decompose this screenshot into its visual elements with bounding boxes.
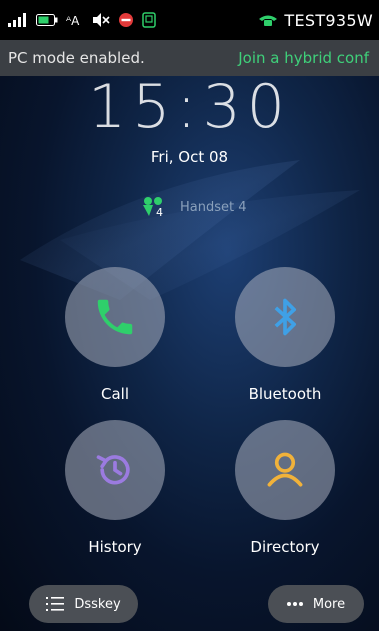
more-dots-icon [286,602,303,606]
phone-status-icon [259,15,278,26]
list-icon [46,597,65,611]
handset-label: Handset 4 [180,199,247,215]
handset-icon: 4 [143,197,163,218]
history-button[interactable] [65,420,165,520]
bluetooth-label: Bluetooth [248,385,322,403]
battery-icon [36,14,58,26]
bluetooth-icon [274,298,296,336]
directory-label: Directory [250,538,320,556]
status-bar: ᴬA TEST935W [0,0,379,40]
do-not-disturb-icon [119,13,133,27]
more-label: More [312,596,346,612]
clock-time: 15:30 [88,72,291,142]
phone-icon [97,299,133,335]
more-button[interactable]: More [268,585,364,623]
device-name: TEST935W [284,10,373,30]
call-tile[interactable]: Call [40,267,190,403]
contact-icon [267,452,303,487]
dsskey-button[interactable]: Dsskey [29,585,138,623]
mute-icon [93,13,110,27]
signal-icon [8,13,26,27]
directory-tile[interactable]: Directory [210,420,360,556]
bluetooth-tile[interactable]: Bluetooth [210,267,360,403]
call-label: Call [100,385,129,403]
history-tile[interactable]: History [40,420,190,556]
pc-mode-notice: PC mode enabled. Join a hybrid conf [0,40,379,76]
directory-button[interactable] [235,420,335,520]
history-label: History [88,538,142,556]
translate-icon: ᴬA [66,14,80,27]
clock-date: Fri, Oct 08 [150,148,229,166]
hybrid-conf-link[interactable]: Join a hybrid conf [238,49,379,67]
bluetooth-button[interactable] [235,267,335,367]
dsskey-label: Dsskey [74,596,121,612]
svg-text:ᴬA: ᴬA [66,14,80,27]
status-right: TEST935W [258,11,379,30]
status-icons: ᴬA [0,12,156,28]
pc-mode-text: PC mode enabled. [8,49,145,67]
history-icon [96,455,130,485]
call-button[interactable] [65,267,165,367]
handset-indicator: 4 Handset 4 [140,196,247,218]
device-icon [142,12,156,28]
handset-badge: 4 [156,206,163,218]
